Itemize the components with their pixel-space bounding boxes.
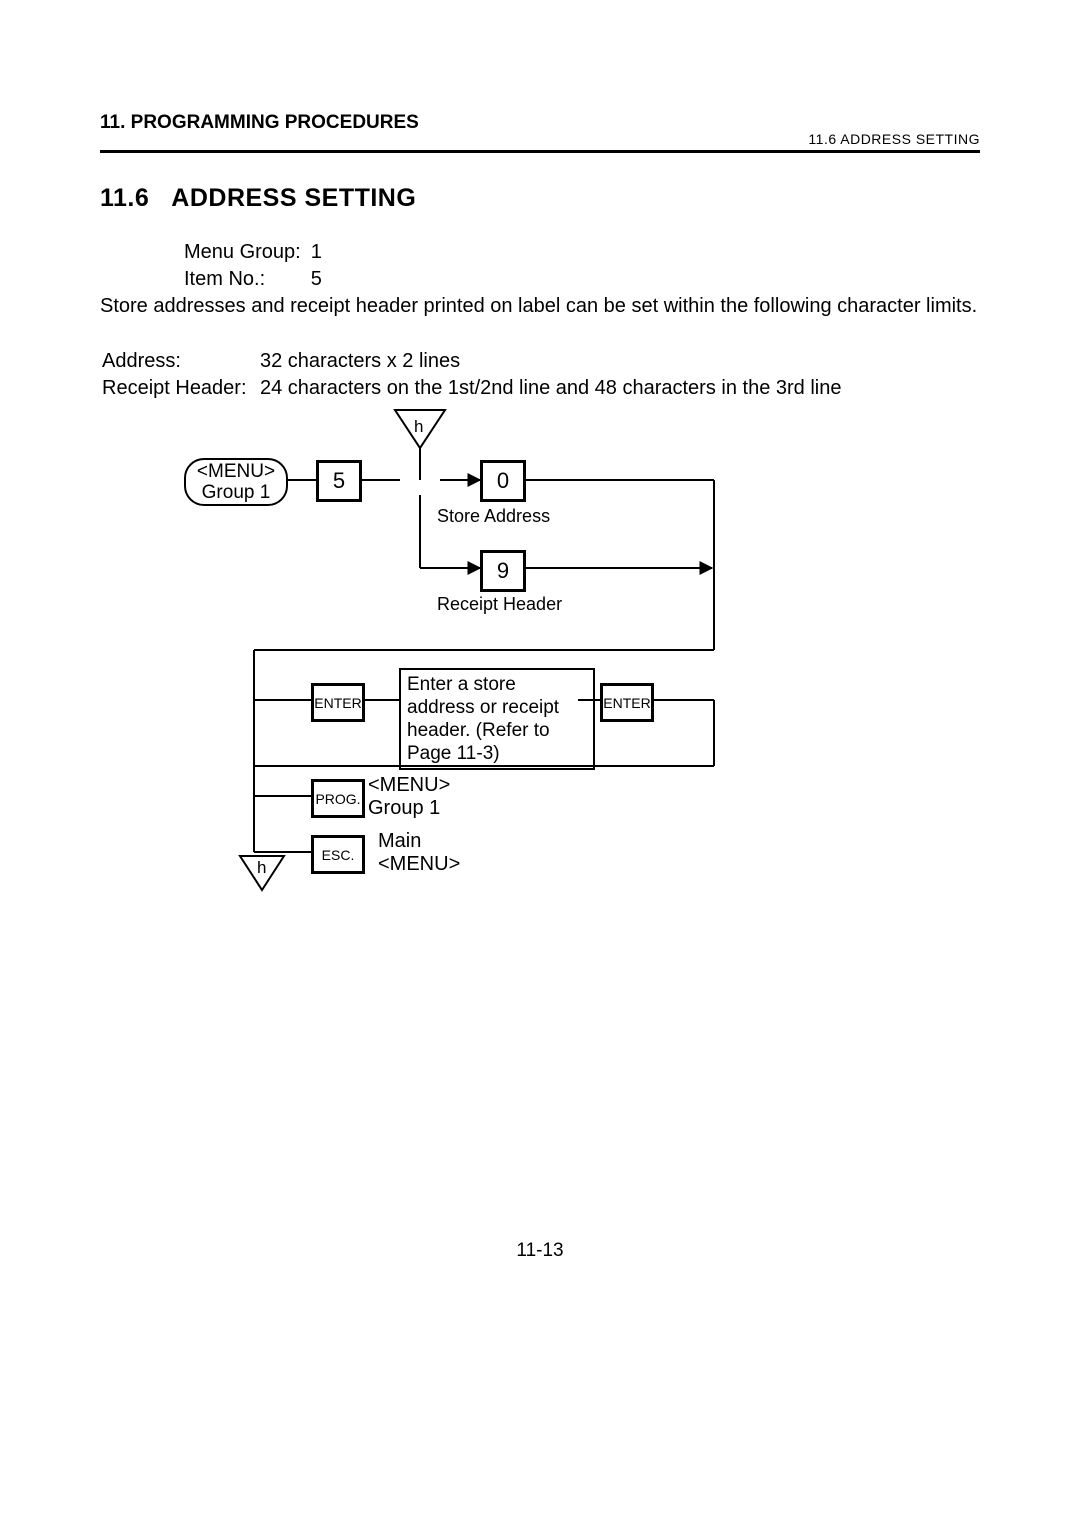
- receipt-header-value: 24 characters on the 1st/2nd line and 48…: [260, 376, 841, 401]
- limits-table: Address: 32 characters x 2 lines Receipt…: [100, 347, 843, 403]
- enter-key-left: ENTER: [311, 683, 365, 722]
- menu-group-value: 1: [311, 240, 322, 265]
- top-triangle-label: h: [414, 417, 423, 437]
- section-title: 11.6 ADDRESS SETTING: [100, 184, 416, 213]
- instruction-text: Enter a store address or receipt header.…: [407, 674, 559, 764]
- receipt-header-label: Receipt Header:: [102, 376, 258, 401]
- flowchart: <MENU> Group 1 5 0 Store Address 9 Recei…: [0, 0, 1080, 1525]
- store-address-label: Store Address: [437, 506, 550, 527]
- menu-group-box-text: <MENU> Group 1: [197, 461, 275, 503]
- chapter-heading: 11. PROGRAMMING PROCEDURES: [100, 112, 419, 134]
- key-0-box: 0: [480, 460, 526, 502]
- key-9-box: 9: [480, 550, 526, 592]
- section-name: ADDRESS SETTING: [171, 184, 416, 212]
- key-5-label: 5: [333, 468, 345, 494]
- key-9-label: 9: [497, 558, 509, 584]
- section-number: 11.6: [100, 184, 149, 212]
- address-label: Address:: [102, 349, 258, 374]
- instruction-box: Enter a store address or receipt header.…: [399, 668, 595, 770]
- page-number: 11-13: [0, 1240, 1080, 1262]
- flowchart-lines: [0, 0, 1080, 1525]
- enter-key-right: ENTER: [600, 683, 654, 722]
- key-0-label: 0: [497, 468, 509, 494]
- receipt-header-flow-label: Receipt Header: [437, 594, 562, 615]
- bottom-triangle-label: h: [257, 858, 266, 878]
- item-no-value: 5: [311, 267, 322, 292]
- menu-group-box: <MENU> Group 1: [184, 458, 288, 506]
- intro-paragraph: Store addresses and receipt header print…: [100, 294, 980, 319]
- meta-table: Menu Group: 1 Item No.: 5: [182, 238, 324, 294]
- enter-label-right: ENTER: [603, 695, 650, 711]
- enter-label-left: ENTER: [314, 695, 361, 711]
- menu-group-label: Menu Group:: [184, 240, 309, 265]
- address-value: 32 characters x 2 lines: [260, 349, 841, 374]
- item-no-label: Item No.:: [184, 267, 309, 292]
- esc-key: ESC.: [311, 835, 365, 874]
- section-reference: 11.6 ADDRESS SETTING: [808, 131, 980, 147]
- header-rule: [100, 150, 980, 153]
- prog-label: PROG.: [315, 791, 360, 807]
- esc-destination: Main <MENU>: [378, 830, 460, 876]
- prog-key: PROG.: [311, 779, 365, 818]
- key-5-box: 5: [316, 460, 362, 502]
- prog-destination: <MENU> Group 1: [368, 774, 450, 820]
- esc-label: ESC.: [322, 847, 355, 863]
